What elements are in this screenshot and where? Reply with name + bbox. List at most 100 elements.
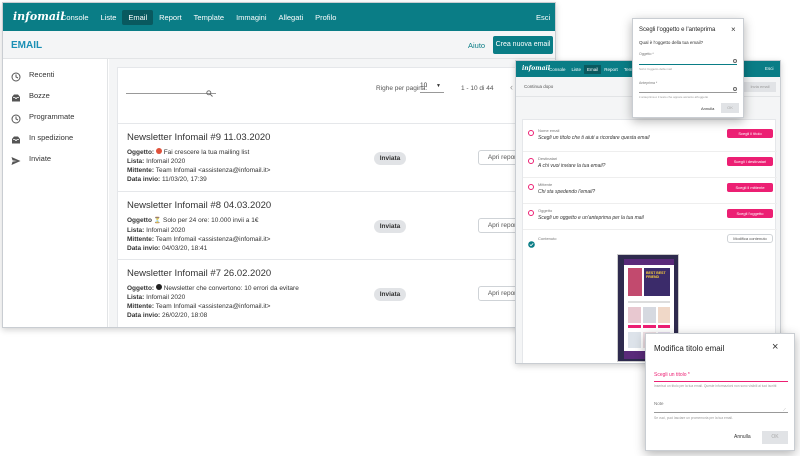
exit-link[interactable]: Esci: [536, 13, 550, 22]
emoji-picker-icon[interactable]: [733, 87, 737, 91]
preview-line: [628, 301, 670, 303]
editor-body: Nome email Scegli un titolo che ti aiuti…: [516, 97, 780, 363]
ok-button[interactable]: OK: [762, 431, 788, 444]
subject-input[interactable]: [639, 57, 737, 65]
subject-field-label: Oggetto *: [639, 52, 654, 56]
subject-modal: Scegli l'oggetto e l'anteprima × Qual è …: [632, 18, 744, 118]
step-row: Mittente Chi sta spedendo l'email? Scegl…: [523, 177, 777, 201]
status-badge: Inviata: [374, 288, 406, 301]
editor-nav-email[interactable]: Email: [584, 64, 602, 74]
table-row[interactable]: Newsletter Infomail #8 04.03.2020 Oggett…: [118, 191, 555, 259]
email-title[interactable]: Newsletter Infomail #9 11.03.2020: [127, 132, 270, 143]
editor-exit[interactable]: Esci: [765, 66, 774, 71]
sidebar-item-programmate[interactable]: Programmate: [11, 110, 103, 124]
send-email-button[interactable]: Invia email: [744, 82, 776, 92]
sender-label: Mittente:: [127, 167, 155, 174]
preview-product: [643, 307, 656, 323]
choose-subject-button[interactable]: Scegli l'oggetto: [727, 209, 773, 218]
hourglass-icon: ⏳: [153, 218, 162, 224]
sidebar-item-recenti[interactable]: Recenti: [11, 68, 103, 82]
continue-later-link[interactable]: Continua dopo: [524, 84, 553, 89]
sidebar-item-label: Recenti: [29, 70, 55, 79]
table-row[interactable]: Newsletter Infomail #9 11.03.2020 Oggett…: [118, 123, 555, 191]
subject-label: Oggetto:: [127, 149, 155, 156]
nav-allegati[interactable]: Allegati: [273, 13, 310, 22]
search-input[interactable]: [126, 82, 216, 94]
ok-button[interactable]: OK: [721, 103, 739, 113]
preview-button: [658, 325, 670, 328]
choose-recipients-button[interactable]: Scegli i destinatari: [727, 157, 773, 166]
close-icon[interactable]: ×: [772, 341, 778, 353]
editor-nav-liste[interactable]: Liste: [569, 67, 585, 72]
subject-value: Solo per 24 ore: 10.000 invii a 1€: [163, 217, 259, 224]
title-input[interactable]: [654, 378, 788, 382]
emoji-picker-icon[interactable]: [733, 59, 737, 63]
pending-icon: [528, 184, 534, 190]
inbox-icon: [11, 90, 21, 108]
editor-nav-report[interactable]: Report: [601, 67, 621, 72]
email-title[interactable]: Newsletter Infomail #7 26.02.2020: [127, 268, 271, 279]
step-desc: Scegli un oggetto e un'anteprima per la …: [538, 215, 644, 221]
sender-label: Mittente:: [127, 236, 155, 243]
nav-immagini[interactable]: Immagini: [230, 13, 272, 22]
email-title[interactable]: Newsletter Infomail #8 04.03.2020: [127, 200, 271, 211]
title-modal: Modifica titolo email × Scegli un titolo…: [645, 333, 795, 451]
notes-textarea[interactable]: [654, 407, 788, 413]
nav-email[interactable]: Email: [122, 9, 154, 25]
step-row: Oggetto Scegli un oggetto e un'anteprima…: [523, 203, 777, 227]
search-icon[interactable]: [206, 84, 213, 102]
email-list-window: infomail Console Liste Email Report Temp…: [2, 2, 556, 328]
edit-content-button[interactable]: Modifica contenuto: [727, 234, 773, 243]
subject-value: Fai crescere la tua mailing list: [163, 149, 250, 156]
sidebar-item-label: Inviate: [29, 154, 52, 163]
rows-per-page-select[interactable]: 10 ▼: [420, 82, 444, 93]
preview-field-label: Anteprima *: [639, 81, 658, 85]
preview-button: [643, 325, 656, 328]
clock-icon: [11, 111, 21, 129]
list-value: Infomail 2020: [146, 294, 186, 301]
sidebar-item-inviate[interactable]: Inviate: [11, 152, 103, 166]
modal-title: Scegli l'oggetto e l'anteprima: [639, 27, 716, 33]
nav-template[interactable]: Template: [188, 13, 230, 22]
list-label: Lista:: [127, 227, 145, 234]
main-nav: Console Liste Email Report Template Imma…: [55, 3, 342, 31]
editor-nav-console[interactable]: Console: [546, 67, 569, 72]
date-label: Data invio:: [127, 176, 161, 183]
create-email-button[interactable]: Crea nuova email: [493, 36, 553, 54]
chevron-left-icon[interactable]: ‹: [510, 82, 513, 92]
date-label: Data invio:: [127, 245, 161, 252]
bomb-icon: [155, 284, 162, 290]
rows-per-page-value: 10: [420, 82, 428, 89]
subject-hint: Scrivi l'oggetto della mail: [639, 67, 672, 71]
nav-report[interactable]: Report: [153, 13, 188, 22]
nav-liste[interactable]: Liste: [95, 13, 123, 22]
title-hint: Inserisci un titolo per la tua email. Qu…: [654, 384, 777, 388]
sidebar-item-bozze[interactable]: Bozze: [11, 89, 103, 103]
top-navbar: infomail Console Liste Email Report Temp…: [3, 3, 555, 31]
step-desc: A chi vuoi inviare la tua email?: [538, 163, 606, 169]
preview-banner: BEST BEST FRIEND: [644, 268, 670, 296]
table-row[interactable]: Newsletter Infomail #7 26.02.2020 Oggett…: [118, 259, 555, 327]
email-details: Oggetto ⏳ Solo per 24 ore: 10.000 invii …: [127, 216, 270, 253]
preview-input[interactable]: [639, 86, 737, 93]
preview-button: [628, 325, 641, 328]
nav-profilo[interactable]: Profilo: [309, 13, 342, 22]
help-link[interactable]: Aiuto: [468, 41, 485, 50]
nav-console[interactable]: Console: [55, 13, 95, 22]
resize-handle-icon[interactable]: ⟋: [783, 407, 786, 412]
cancel-button[interactable]: Annulla: [701, 106, 714, 111]
sidebar-item-in-spedizione[interactable]: In spedizione: [11, 131, 103, 145]
editor-nav: Console Liste Email Report Templ: [546, 61, 639, 77]
email-details: Oggetto: Newsletter che convertono: 10 e…: [127, 284, 299, 320]
choose-sender-button[interactable]: Scegli il mittente: [727, 183, 773, 192]
status-badge: Inviata: [374, 152, 406, 165]
step-desc: Scegli un titolo che ti aiuti a ricordar…: [538, 135, 650, 141]
preview-product: [628, 307, 641, 323]
steps-card: Nome email Scegli un titolo che ti aiuti…: [522, 119, 777, 363]
step-label: Oggetto: [538, 208, 553, 213]
choose-title-button[interactable]: Scegli il titolo: [727, 129, 773, 138]
cancel-button[interactable]: Annulla: [734, 434, 751, 440]
preview-header: [624, 259, 674, 265]
preview-hint: L'anteprima è il testo che appare accant…: [639, 95, 709, 99]
close-icon[interactable]: ×: [731, 25, 736, 34]
